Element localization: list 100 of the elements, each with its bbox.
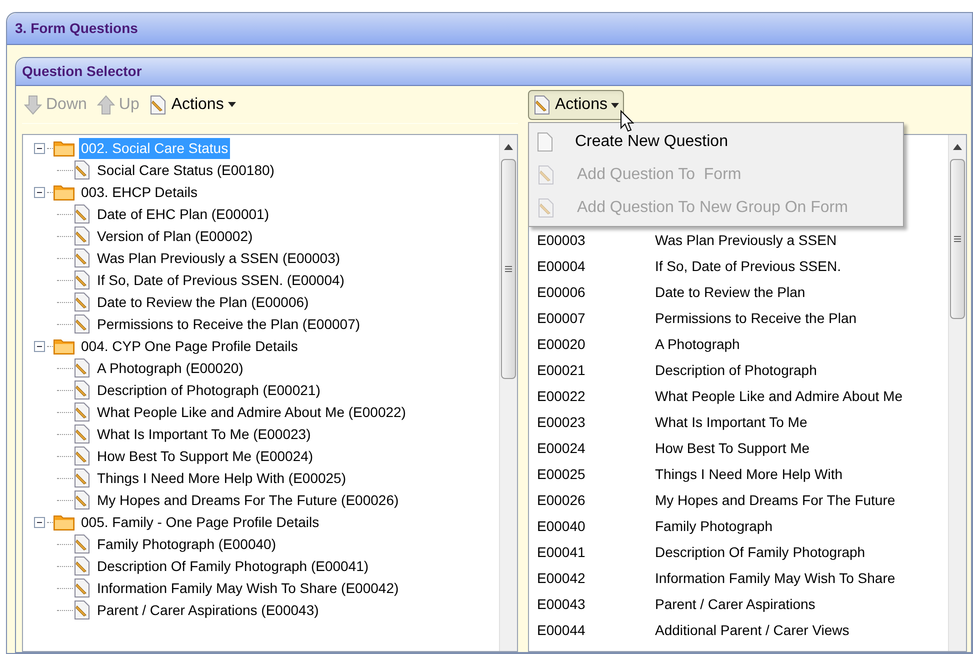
question-name: Things I Need More Help With xyxy=(655,464,843,484)
tree-item[interactable]: 005. Family - One Page Profile Details xyxy=(79,512,322,532)
question-name: Date to Review the Plan xyxy=(655,282,806,302)
question-code: E00040 xyxy=(536,516,586,536)
question-code: E00044 xyxy=(536,620,586,640)
question-name: How Best To Support Me xyxy=(655,438,810,458)
question-code: E00006 xyxy=(536,282,586,302)
question-name: Information Family May Wish To Share xyxy=(655,568,896,588)
document-pencil-icon xyxy=(73,160,91,180)
document-pencil-icon xyxy=(73,226,91,246)
question-code: E00024 xyxy=(536,438,586,458)
tree-item[interactable]: Date to Review the Plan (E00006) xyxy=(95,292,311,312)
document-pencil-icon xyxy=(149,94,168,114)
panel-title: Question Selector xyxy=(22,62,142,81)
question-name: My Hopes and Dreams For The Future xyxy=(655,490,896,510)
question-code: E00021 xyxy=(536,360,586,380)
caret-icon xyxy=(611,102,620,108)
scrollbar[interactable] xyxy=(499,135,517,651)
question-code: E00022 xyxy=(536,386,586,406)
document-pencil-icon xyxy=(73,402,91,422)
tree-item[interactable]: Family Photograph (E00040) xyxy=(95,534,278,554)
tree-item[interactable]: What Is Important To Me (E00023) xyxy=(95,424,313,444)
question-code: E00007 xyxy=(536,308,586,328)
scroll-thumb[interactable] xyxy=(950,159,965,319)
tree-item[interactable]: Parent / Carer Aspirations (E00043) xyxy=(95,600,321,620)
question-name: What People Like and Admire About Me xyxy=(655,386,902,406)
tree-item[interactable]: My Hopes and Dreams For The Future (E00026) xyxy=(95,490,401,510)
tree-item[interactable]: Things I Need More Help With (E00025) xyxy=(95,468,348,488)
tree-item[interactable]: Description of Photograph (E00021) xyxy=(95,380,322,400)
caret-icon xyxy=(228,102,236,107)
document-pencil-icon xyxy=(533,95,551,115)
document-pencil-icon xyxy=(73,534,91,554)
mouse-cursor-icon xyxy=(620,110,634,132)
grip-icon xyxy=(505,266,512,272)
document-pencil-icon xyxy=(73,600,91,620)
tree-item[interactable]: Description Of Family Photograph (E00041) xyxy=(95,556,371,576)
document-pencil-icon xyxy=(73,446,91,466)
actions-button[interactable]: Actions xyxy=(528,90,624,120)
question-name: Description of Photograph xyxy=(655,360,817,380)
folder-icon xyxy=(53,337,75,355)
question-name: What Is Important To Me xyxy=(655,412,808,432)
scrollbar[interactable] xyxy=(948,135,966,651)
question-name: A Photograph xyxy=(655,334,740,354)
down-arrow-icon xyxy=(24,94,42,114)
document-pencil-icon xyxy=(73,556,91,576)
scroll-up-icon[interactable] xyxy=(953,144,962,150)
tree-item[interactable]: How Best To Support Me (E00024) xyxy=(95,446,316,466)
document-pencil-icon xyxy=(73,358,91,378)
document-pencil-icon xyxy=(73,314,91,334)
collapse-icon[interactable] xyxy=(34,516,44,528)
tree-item[interactable]: Social Care Status (E00180) xyxy=(95,160,276,180)
document-icon xyxy=(537,132,553,152)
document-pencil-icon xyxy=(73,204,91,224)
question-name: Additional Parent / Carer Views xyxy=(655,620,850,640)
menu-item[interactable]: Create New Question xyxy=(529,125,903,158)
window-title: 3. Form Questions xyxy=(15,19,138,38)
folder-icon xyxy=(53,139,75,157)
tree-item[interactable]: Version of Plan (E00002) xyxy=(95,226,255,246)
document-pencil-icon xyxy=(73,292,91,312)
tree-item[interactable]: Information Family May Wish To Share (E00042) xyxy=(95,578,401,598)
grip-icon xyxy=(954,236,961,242)
document-pencil-icon xyxy=(73,424,91,444)
question-name: Permissions to Receive the Plan xyxy=(655,308,857,328)
document-pencil-icon xyxy=(537,198,555,218)
question-name: Was Plan Previously a SSEN xyxy=(655,230,837,250)
toolbar-button[interactable]: Actions xyxy=(147,92,238,116)
tree-item[interactable]: Permissions to Receive the Plan (E00007) xyxy=(95,314,362,334)
collapse-icon[interactable] xyxy=(34,142,44,154)
collapse-icon[interactable] xyxy=(34,186,44,198)
question-code: E00003 xyxy=(536,230,586,250)
folder-icon xyxy=(53,183,75,201)
tree-item[interactable]: 003. EHCP Details xyxy=(79,182,200,202)
question-code: E00025 xyxy=(536,464,586,484)
scroll-up-icon[interactable] xyxy=(504,144,513,150)
document-pencil-icon xyxy=(73,270,91,290)
up-arrow-icon xyxy=(96,94,115,114)
document-pencil-icon xyxy=(73,380,91,400)
tree-item[interactable]: If So, Date of Previous SSEN. (E00004) xyxy=(95,270,346,290)
document-pencil-icon xyxy=(73,490,91,510)
question-code: E00020 xyxy=(536,334,586,354)
question-name: Description Of Family Photograph xyxy=(655,542,866,562)
tree-item[interactable]: A Photograph (E00020) xyxy=(95,358,246,378)
question-code: E00042 xyxy=(536,568,586,588)
folder-icon xyxy=(53,513,75,531)
tree-item[interactable]: Date of EHC Plan (E00001) xyxy=(95,204,271,224)
question-code: E00023 xyxy=(536,412,586,432)
collapse-icon[interactable] xyxy=(34,340,44,352)
document-pencil-icon xyxy=(73,468,91,488)
tree-item[interactable]: What People Like and Admire About Me (E00022) xyxy=(95,402,408,422)
tree-item[interactable]: 004. CYP One Page Profile Details xyxy=(79,336,300,356)
document-pencil-icon xyxy=(73,578,91,598)
tree-item[interactable]: Was Plan Previously a SSEN (E00003) xyxy=(95,248,342,268)
question-code: E00043 xyxy=(536,594,586,614)
question-name: If So, Date of Previous SSEN. xyxy=(655,256,841,276)
document-pencil-icon xyxy=(73,248,91,268)
scroll-thumb[interactable] xyxy=(501,159,516,379)
question-code: E00004 xyxy=(536,256,586,276)
document-pencil-icon xyxy=(537,164,555,184)
question-code: E00041 xyxy=(536,542,586,562)
question-name: Parent / Carer Aspirations xyxy=(655,594,816,614)
